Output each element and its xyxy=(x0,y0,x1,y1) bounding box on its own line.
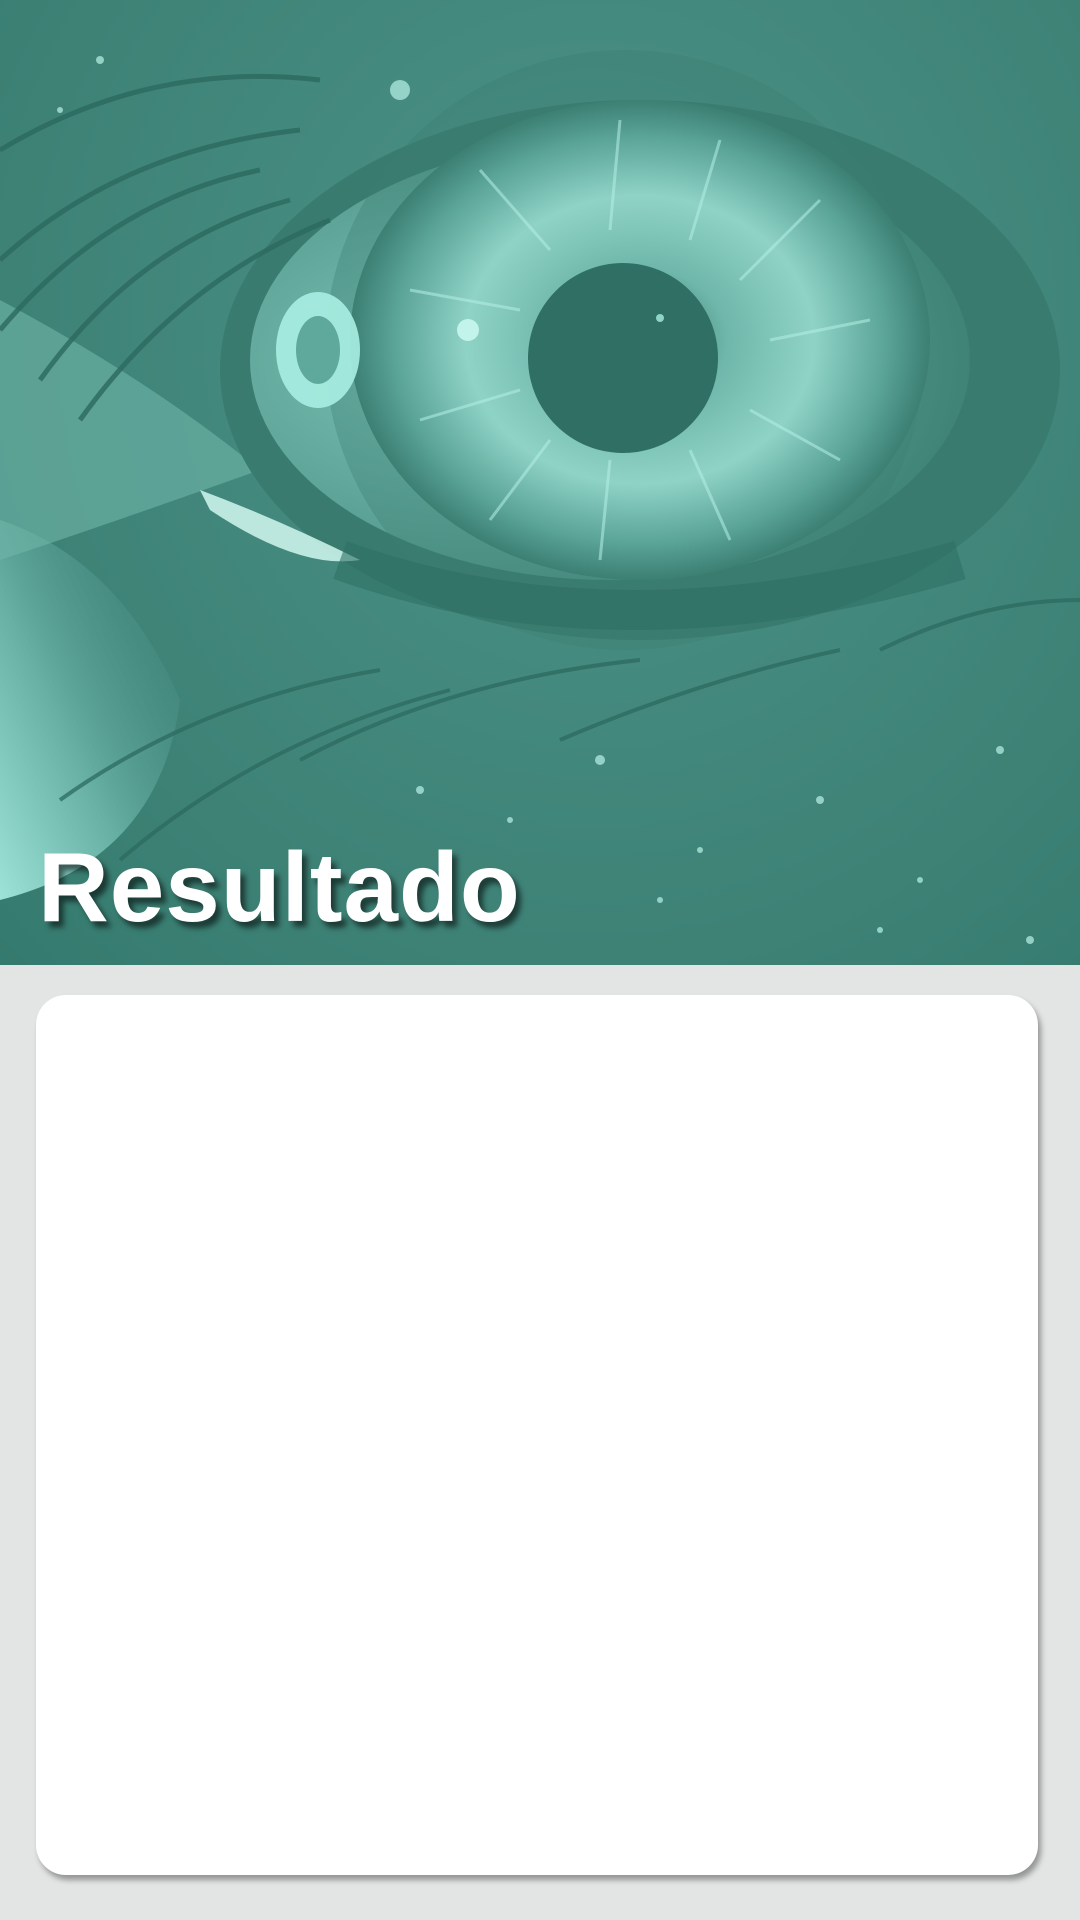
result-screen: Resultado xyxy=(0,0,1080,1920)
page-title: Resultado xyxy=(38,832,521,942)
result-card xyxy=(36,995,1038,1875)
eye-closeup-photo xyxy=(0,50,1080,944)
header-banner: Resultado xyxy=(0,0,1080,965)
